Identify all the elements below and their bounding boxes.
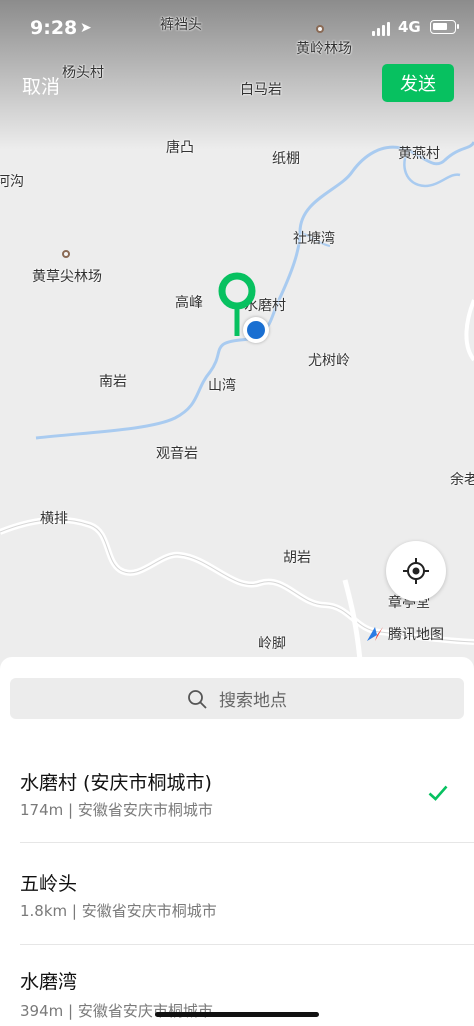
network-type: 4G bbox=[398, 18, 421, 36]
map-logo-text: 腾讯地图 bbox=[388, 627, 444, 643]
map-label: 胡岩 bbox=[283, 550, 311, 566]
location-result-item[interactable]: 五岭头 1.8km | 安徽省安庆市桐城市 bbox=[0, 843, 474, 945]
map-label: 余老 bbox=[450, 472, 474, 488]
status-bar: 9:28 ➤ 4G bbox=[0, 0, 474, 56]
home-indicator[interactable] bbox=[155, 1012, 319, 1017]
map-label: 横排 bbox=[40, 511, 68, 527]
location-result-item[interactable]: 水磨村 (安庆市桐城市) 174m | 安徽省安庆市桐城市 bbox=[0, 741, 474, 843]
battery-icon bbox=[430, 20, 459, 34]
map-label: 尤树岭 bbox=[308, 353, 350, 369]
map-label: 河沟 bbox=[0, 174, 24, 190]
locate-me-button[interactable] bbox=[386, 541, 446, 601]
map-label: 黄燕村 bbox=[398, 146, 440, 162]
location-arrow-icon: ➤ bbox=[80, 20, 92, 36]
map-label: 白马岩 bbox=[240, 82, 282, 98]
map-label: 社塘湾 bbox=[293, 231, 335, 247]
current-location-dot bbox=[243, 317, 269, 343]
search-input[interactable]: 搜索地点 bbox=[10, 678, 464, 719]
tencent-map-logo: 腾讯地图 bbox=[366, 624, 444, 644]
status-time: 9:28 bbox=[30, 17, 78, 39]
search-icon bbox=[188, 689, 207, 709]
map-label: 山湾 bbox=[208, 378, 236, 394]
map-label: 岭脚 bbox=[258, 636, 286, 652]
result-name: 五岭头 bbox=[20, 873, 78, 895]
map-label: 唐凸 bbox=[166, 140, 194, 156]
map-label: 观音岩 bbox=[156, 446, 198, 462]
search-placeholder: 搜索地点 bbox=[219, 691, 287, 711]
result-detail: 1.8km | 安徽省安庆市桐城市 bbox=[20, 902, 217, 920]
crosshair-icon bbox=[403, 558, 429, 584]
map-label: 南岩 bbox=[99, 374, 127, 390]
send-button[interactable]: 发送 bbox=[382, 64, 454, 102]
map-label: 杨头村 bbox=[62, 65, 104, 81]
map-label: 高峰 bbox=[175, 295, 203, 311]
result-name: 水磨湾 bbox=[20, 971, 78, 993]
map-label: 纸棚 bbox=[272, 151, 300, 167]
result-detail: 394m | 安徽省安庆市桐城市 bbox=[20, 1002, 213, 1020]
checkmark-icon bbox=[428, 785, 448, 801]
poi-marker bbox=[62, 250, 70, 258]
tencent-map-logo-icon bbox=[367, 627, 383, 641]
map-label: 黄草尖林场 bbox=[32, 269, 102, 285]
result-detail: 174m | 安徽省安庆市桐城市 bbox=[20, 801, 213, 819]
signal-icon bbox=[372, 22, 392, 36]
result-name: 水磨村 (安庆市桐城市) bbox=[20, 772, 212, 794]
location-results-panel: 搜索地点 水磨村 (安庆市桐城市) 174m | 安徽省安庆市桐城市 五岭头 1… bbox=[0, 657, 474, 1026]
cancel-button[interactable]: 取消 bbox=[22, 72, 60, 99]
